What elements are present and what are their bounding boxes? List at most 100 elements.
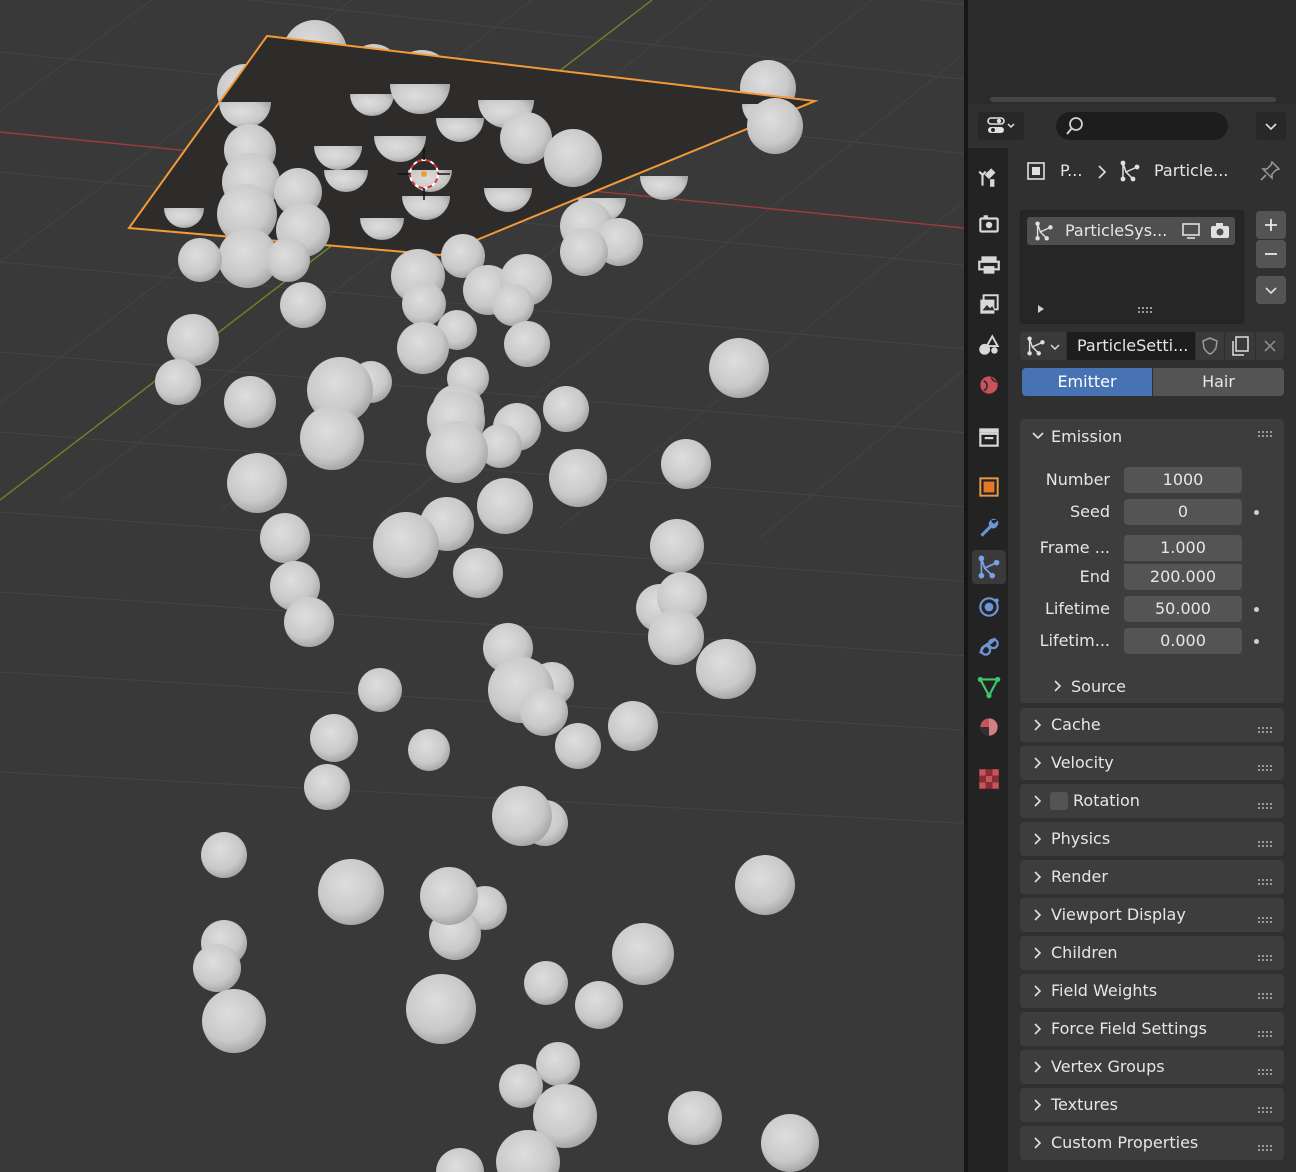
tab-view-layer[interactable] [972,288,1006,322]
type-emitter-button[interactable]: Emitter [1022,368,1152,396]
particle-sphere [426,421,488,483]
drag-grip-icon[interactable] [1258,1069,1274,1077]
add-particle-system-button[interactable] [1256,211,1286,239]
particle-sphere [492,284,534,326]
section-physics[interactable]: Physics [1020,822,1284,856]
header-scrollbar[interactable] [990,97,1276,102]
particle-sphere [155,359,201,405]
tab-modifier[interactable] [972,510,1006,544]
lifetime-random-field[interactable]: 0.000 [1124,628,1242,654]
tab-render[interactable] [972,208,1006,242]
frame-end-field[interactable]: 200.000 [1124,564,1242,590]
section-children[interactable]: Children [1020,936,1284,970]
particle-sphere [696,639,756,699]
lifetime-random-keyframe-dot[interactable] [1254,639,1259,644]
drag-grip-icon[interactable] [1258,955,1274,963]
particle-sphere [284,597,334,647]
remove-particle-system-button[interactable] [1256,240,1286,268]
collection-icon [979,428,999,447]
chevron-right-icon[interactable] [1052,679,1064,693]
particle-settings-selector[interactable]: ParticleSetti... [1020,332,1284,360]
tab-constraints[interactable] [972,630,1006,664]
rotation-checkbox[interactable] [1050,792,1068,810]
drag-grip-icon[interactable] [1258,1145,1274,1153]
section-cache[interactable]: Cache [1020,708,1284,742]
seed-label: Seed [1070,502,1110,521]
browse-settings-button[interactable] [1020,332,1066,360]
fake-user-button[interactable] [1196,332,1224,360]
section-title: Children [1051,943,1118,962]
duplicate-button[interactable] [1225,332,1255,360]
search-input[interactable] [1090,116,1224,138]
section-textures[interactable]: Textures [1020,1088,1284,1122]
tab-data[interactable] [972,670,1006,704]
search-field[interactable] [1056,112,1228,140]
emission-title[interactable]: Emission [1051,427,1122,446]
drag-grip-icon[interactable] [1258,917,1274,925]
section-title: Rotation [1073,791,1140,810]
pin-icon[interactable] [1258,159,1282,183]
unlink-button[interactable] [1256,332,1284,360]
section-velocity[interactable]: Velocity [1020,746,1284,780]
drag-grip-icon[interactable] [1258,727,1274,735]
drag-grip-icon[interactable] [1258,841,1274,849]
chevron-down-icon [1050,344,1060,350]
tab-physics[interactable] [972,590,1006,624]
output-icon [978,256,1000,274]
tab-material[interactable] [972,710,1006,744]
list-item[interactable]: ParticleSys... [1027,217,1235,245]
seed-field[interactable]: 0 [1124,499,1242,525]
drag-grip-icon[interactable] [1258,1031,1274,1039]
editor-type-button[interactable] [978,112,1024,140]
tab-world[interactable] [972,368,1006,402]
chevron-down-icon[interactable] [1031,429,1045,443]
frame-start-field[interactable]: 1.000 [1124,535,1242,561]
type-hair-button[interactable]: Hair [1153,368,1284,396]
drag-grip-icon[interactable] [1258,431,1274,439]
section-vertex-groups[interactable]: Vertex Groups [1020,1050,1284,1084]
lifetime-field[interactable]: 50.000 [1124,596,1242,622]
lifetime-keyframe-dot[interactable] [1254,607,1259,612]
tab-tool[interactable] [972,160,1006,194]
section-viewport-display[interactable]: Viewport Display [1020,898,1284,932]
options-dropdown-button[interactable] [1256,112,1286,140]
expand-triangle-icon[interactable] [1035,303,1047,315]
section-rotation[interactable]: Rotation [1020,784,1284,818]
source-subpanel-title[interactable]: Source [1071,677,1126,696]
tab-object[interactable] [972,470,1006,504]
3d-viewport[interactable] [0,0,964,1172]
duplicate-icon [1232,336,1249,356]
chevron-right-icon [1098,165,1107,179]
section-force-field-settings[interactable]: Force Field Settings [1020,1012,1284,1046]
property-tabs [968,148,1008,1172]
tab-output[interactable] [972,248,1006,282]
section-render[interactable]: Render [1020,860,1284,894]
monitor-icon[interactable] [1181,222,1201,240]
tab-collection[interactable] [972,420,1006,454]
specials-menu-button[interactable] [1256,276,1286,304]
particle-sphere [709,338,769,398]
drag-grip-icon[interactable] [1258,879,1274,887]
drag-grip-icon[interactable] [1258,1107,1274,1115]
section-custom-properties[interactable]: Custom Properties [1020,1126,1284,1160]
number-field[interactable]: 1000 [1124,467,1242,493]
settings-name: ParticleSetti... [1077,336,1189,355]
camera-icon[interactable] [1209,222,1231,240]
particle-system-list[interactable]: ParticleSys... [1020,210,1244,324]
tab-particles[interactable] [972,550,1006,584]
drag-grip-icon[interactable] [1258,803,1274,811]
tab-texture[interactable] [972,762,1006,796]
drag-grip-icon[interactable] [1258,765,1274,773]
texture-icon [979,769,999,789]
section-title: Viewport Display [1051,905,1186,924]
resize-grip-icon[interactable] [1136,305,1156,315]
seed-keyframe-dot[interactable] [1254,510,1259,515]
section-field-weights[interactable]: Field Weights [1020,974,1284,1008]
drag-grip-icon[interactable] [1258,993,1274,1001]
shield-icon [1202,337,1218,355]
settings-name-field[interactable]: ParticleSetti... [1067,332,1195,360]
particle-sphere [167,314,219,366]
tab-scene[interactable] [972,328,1006,362]
particle-sphere [224,376,276,428]
particle-sphere [397,322,449,374]
